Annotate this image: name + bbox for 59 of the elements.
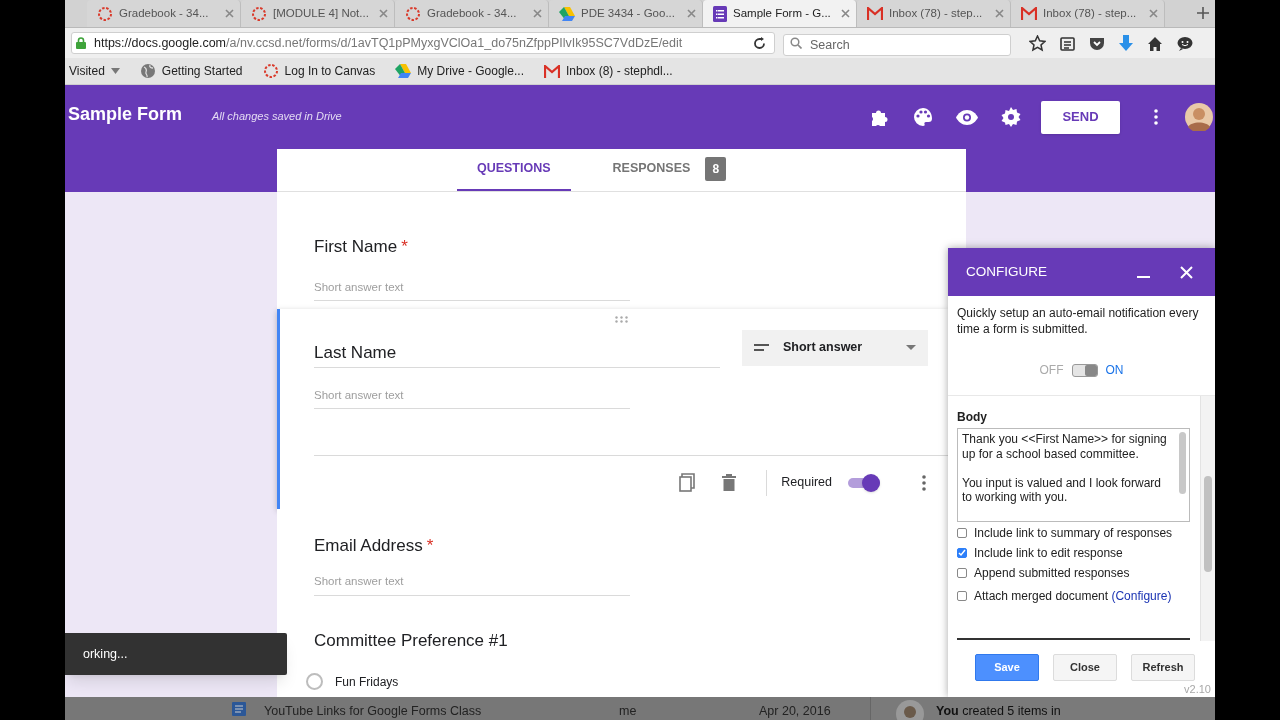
question-title: Committee Preference #1 xyxy=(314,630,509,652)
answer-line: Short answer text xyxy=(314,278,630,301)
tab-title: Inbox (78) - step... xyxy=(1043,5,1138,21)
tab-title: Inbox (78) - step... xyxy=(889,5,984,21)
form-title: Sample Form xyxy=(68,102,183,126)
activity-text: You created 5 items in xyxy=(936,703,1061,720)
save-status: All changes saved in Drive xyxy=(212,108,342,124)
body-label: Body xyxy=(957,409,988,426)
option-label: Attach merged document (Configure) xyxy=(974,588,1172,605)
tab-title: PDE 3434 - Goo... xyxy=(581,5,676,21)
address-field[interactable]: https://docs.google.com/a/nv.ccsd.net/forms/d/1avTQ1pPMyxgVClOa1_do75nZfppPIlvIk95SC7VdDzE/edit xyxy=(71,32,775,54)
file-name: YouTube Links for Google Forms Class xyxy=(264,703,483,720)
bookmark[interactable]: Getting Started xyxy=(139,60,243,82)
panel-button[interactable]: Close xyxy=(1053,654,1117,681)
browser-tab[interactable]: Sample Form - G... xyxy=(703,0,857,27)
file-date: Apr 20, 2016 xyxy=(759,703,831,720)
option-label: Include link to edit response xyxy=(974,545,1123,562)
question-title-field[interactable]: Last Name xyxy=(314,329,720,369)
panel-button[interactable]: Refresh xyxy=(1131,654,1195,681)
tab-title: [MODULE 4] Not... xyxy=(273,5,370,21)
send-button[interactable]: SEND xyxy=(1041,100,1120,134)
tab-title: Gradebook - 34... xyxy=(427,5,518,21)
bookmark[interactable]: My Drive - Google... xyxy=(395,60,524,82)
bookmark[interactable]: Visited xyxy=(69,60,120,82)
body-field[interactable]: Thank you <<First Name>> for signing up for a school based committee. You input is valued and I look forward to working with you. xyxy=(957,428,1190,522)
question-title: Email Address * xyxy=(314,534,435,557)
off-label: OFF xyxy=(1039,362,1064,379)
file-owner: me xyxy=(619,703,638,720)
required-label: Required xyxy=(781,474,832,492)
toast-text: orking... xyxy=(83,645,128,663)
question-card[interactable]: Last Name Short answer Short answer text Required xyxy=(277,308,948,509)
bookmark[interactable]: Inbox (8) - stephdl... xyxy=(543,60,673,82)
url-text: https://docs.google.com/a/nv.ccsd.net/forms/d/1avTQ1pPMyxgVClOa1_do75nZfppPIlvIk95SC7VdDzE/edit xyxy=(94,34,684,52)
panel-description: Quickly setup an auto-email notification every time a form is submitted. xyxy=(956,305,1200,337)
tab-title: Sample Form - G... xyxy=(733,5,832,21)
browser-tab[interactable]: PDE 3434 - Goo... xyxy=(549,0,703,27)
panel-title: CONFIGURE xyxy=(966,262,1048,281)
option-label: Append submitted responses xyxy=(974,565,1130,582)
answer-line: Short answer text xyxy=(314,387,630,410)
version-label: v2.10 xyxy=(1184,682,1211,697)
tab-title: Gradebook - 34... xyxy=(119,5,210,21)
form-tab[interactable]: RESPONSES 8 xyxy=(592,148,747,191)
answer-line: Short answer text xyxy=(314,573,630,596)
option-label: Include link to summary of responses xyxy=(974,525,1173,542)
browser-tab[interactable]: Gradebook - 34... xyxy=(395,0,549,27)
browser-tab[interactable]: [MODULE 4] Not... xyxy=(241,0,395,27)
browser-tab[interactable]: Inbox (78) - step... xyxy=(857,0,1011,27)
type-dropdown[interactable]: Short answer xyxy=(742,329,928,366)
required-mark: * xyxy=(401,237,408,256)
on-label: ON xyxy=(1105,362,1124,379)
option-label: Fun Fridays xyxy=(335,673,399,691)
bookmark[interactable]: Log In to Canvas xyxy=(262,60,376,82)
browser-tab[interactable]: Gradebook - 34... xyxy=(87,0,241,27)
required-mark: * xyxy=(426,535,434,555)
question-title: First Name * xyxy=(314,236,409,258)
configure-link[interactable]: (Configure) xyxy=(1111,589,1172,603)
search-field[interactable]: Search xyxy=(783,34,1011,56)
count-badge: 8 xyxy=(705,156,727,181)
browser-tab[interactable]: Inbox (78) - step... xyxy=(1011,0,1165,27)
